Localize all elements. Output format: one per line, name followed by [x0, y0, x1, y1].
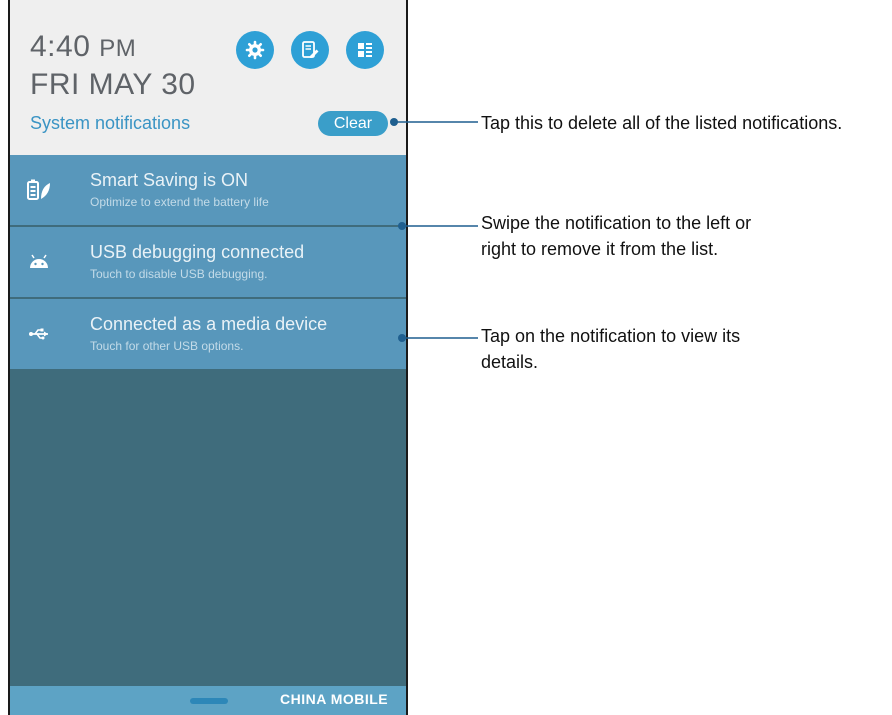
callout-tap: Tap on the notification to view its deta… — [481, 323, 740, 375]
callout-swipe: Swipe the notification to the left or ri… — [481, 210, 751, 262]
callout-swipe-line2: right to remove it from the list. — [481, 239, 719, 259]
callout-dot-clear — [390, 118, 398, 126]
callout-leaders — [390, 118, 478, 342]
callout-dot-tap — [398, 334, 406, 342]
callout-clear: Tap this to delete all of the listed not… — [481, 113, 843, 133]
callout-swipe-line1: Swipe the notification to the left or — [481, 213, 752, 233]
callout-tap-line2: details. — [481, 352, 539, 372]
callout-dot-swipe — [398, 222, 406, 230]
callout-tap-line1: Tap on the notification to view its — [481, 326, 741, 346]
